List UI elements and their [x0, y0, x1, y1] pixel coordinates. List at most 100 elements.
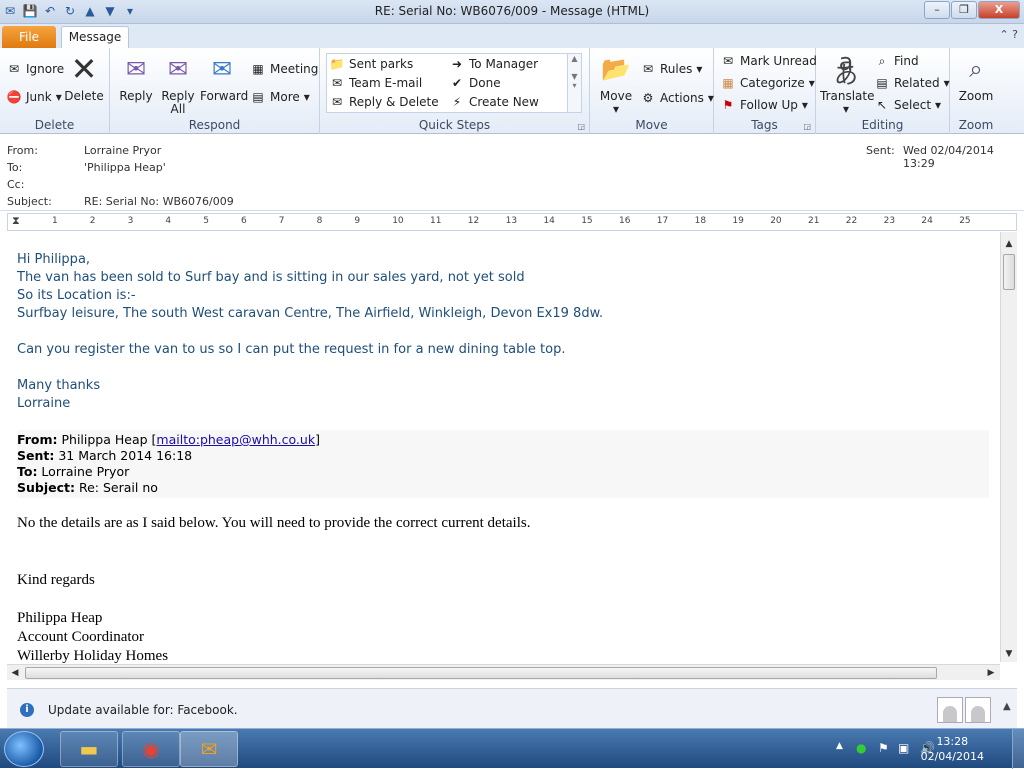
tags-group-label: Tags	[751, 118, 778, 132]
scroll-right-arrow-icon[interactable]: ▶	[983, 665, 999, 681]
quickstep-team-email[interactable]: ✉ Team E-mail	[329, 74, 422, 92]
taskbar: ▬ ◉ ✉ ▲ ● ⚑ ▣ 🔊 13:28 02/04/2014	[0, 728, 1024, 769]
ruler-tick-label: 15	[581, 216, 593, 226]
quoted-subject: Subject: Re: Serail no	[17, 480, 158, 495]
from-value[interactable]: Lorraine Pryor	[84, 144, 161, 157]
maximize-button[interactable]: ❐	[951, 1, 977, 19]
select-button[interactable]: ↖ Select ▾	[874, 96, 941, 114]
vertical-scroll-thumb[interactable]	[1003, 254, 1015, 290]
categorize-button[interactable]: ▦ Categorize ▾	[720, 74, 814, 92]
explorer-taskbar-button[interactable]: ▬	[60, 731, 118, 767]
body-line-1: The van has been sold to Surf bay and is…	[17, 270, 525, 285]
editing-group: aあ Translate ▾ ⌕ Find ▤ Related ▾ ↖ Select ▾ …	[816, 48, 950, 134]
ruler-tick-label: 14	[543, 216, 555, 226]
rules-icon: ✉	[642, 62, 654, 76]
horizontal-scroll-thumb[interactable]	[25, 667, 937, 679]
reply-all-icon: ✉	[167, 54, 189, 83]
quickstep-done[interactable]: ✔ Done	[449, 74, 501, 92]
delete-group: ✉ Ignore ⛔ Junk ▾ ✕ Delete Delete	[0, 48, 110, 134]
flag-icon: ⚑	[722, 98, 734, 112]
info-icon: i	[20, 703, 34, 717]
more-button[interactable]: ▤ More ▾	[250, 88, 309, 106]
ruler-tick-label: 18	[694, 216, 707, 226]
folder-move-icon: 📁	[329, 57, 345, 71]
translate-button[interactable]: aあ Translate ▾	[820, 50, 875, 116]
reply-icon: ✉	[125, 54, 147, 83]
start-button[interactable]	[4, 731, 44, 767]
vertical-scrollbar[interactable]: ▲ ▼	[1000, 232, 1017, 662]
scroll-up-arrow-icon[interactable]: ▲	[1001, 236, 1017, 252]
avatar[interactable]	[937, 697, 963, 723]
dialog-launcher-icon[interactable]: ◲	[577, 122, 585, 131]
forward-button[interactable]: ✉ Forward	[200, 52, 248, 103]
more-icon: ▤	[252, 90, 264, 104]
tab-file[interactable]: File	[2, 26, 56, 48]
actions-icon: ⚙	[642, 91, 654, 105]
ruler-tick-label: 21	[808, 216, 820, 226]
junk-icon: ⛔	[6, 90, 22, 104]
quickstep-to-manager[interactable]: ➜ To Manager	[449, 55, 538, 73]
minimize-button[interactable]: –	[924, 1, 950, 19]
quoted-sig-company: Willerby Holiday Homes	[17, 648, 169, 664]
dialog-launcher-icon[interactable]: ◲	[803, 122, 811, 131]
clock-date: 02/04/2014	[920, 750, 984, 763]
outlook-taskbar-button[interactable]: ✉	[180, 731, 238, 767]
horizontal-scrollbar[interactable]: ◀ ▶	[7, 664, 1000, 680]
quick-steps-scroll[interactable]: ▲ ▼ ▾	[567, 54, 581, 112]
show-desktop-button[interactable]	[1012, 729, 1024, 769]
follow-up-button[interactable]: ⚑ Follow Up ▾	[720, 96, 808, 114]
junk-button[interactable]: ⛔ Junk ▾	[6, 88, 62, 106]
related-button[interactable]: ▤ Related ▾	[874, 74, 949, 92]
mark-unread-button[interactable]: ✉ Mark Unread	[720, 52, 817, 70]
unread-icon: ✉	[722, 54, 734, 68]
actions-button[interactable]: ⚙ Actions ▾	[640, 89, 714, 107]
quickstep-reply-delete[interactable]: ✉ Reply & Delete	[329, 93, 439, 111]
team-mail-icon: ✉	[331, 76, 343, 90]
ignore-button[interactable]: ✉ Ignore	[6, 60, 64, 78]
to-value[interactable]: 'Philippa Heap'	[84, 161, 166, 174]
quickstep-create-new[interactable]: ⚡ Create New	[449, 93, 539, 111]
show-hidden-icons-icon[interactable]: ▲	[836, 741, 843, 751]
quoted-to: To: Lorraine Pryor	[17, 464, 130, 479]
quoted-from: From: Philippa Heap [mailto:pheap@whh.co…	[17, 432, 320, 447]
reply-button[interactable]: ✉ Reply	[116, 52, 156, 103]
reply-all-button[interactable]: ✉ Reply All	[158, 52, 198, 116]
quick-steps-gallery: 📁 Sent parks ➜ To Manager ✉ Team E-mail ✔ Do…	[326, 53, 582, 113]
status-icon[interactable]: ●	[856, 741, 866, 755]
editing-group-label: Editing	[861, 118, 904, 132]
zoom-group: ⌕ Zoom Zoom	[950, 48, 1002, 134]
tab-message[interactable]: Message	[61, 26, 129, 49]
update-notice[interactable]: Update available for: Facebook.	[48, 703, 238, 717]
delete-button[interactable]: ✕ Delete	[64, 52, 104, 103]
body-line-2: So its Location is:-	[17, 288, 136, 303]
rules-button[interactable]: ✉ Rules ▾	[640, 60, 702, 78]
quickstep-sent-parks[interactable]: 📁 Sent parks	[329, 55, 414, 73]
chrome-taskbar-button[interactable]: ◉	[122, 731, 180, 767]
ruler-tick-label: 10	[392, 216, 404, 226]
ribbon-tabs: File Message ⌃ ?	[0, 24, 1024, 49]
quoted-sent: Sent: 31 March 2014 16:18	[17, 448, 193, 463]
zoom-button[interactable]: ⌕ Zoom	[956, 52, 996, 103]
clock[interactable]: 13:28 02/04/2014	[921, 734, 984, 764]
expand-people-pane-icon[interactable]: ▲	[1003, 701, 1011, 712]
related-icon: ▤	[876, 76, 888, 90]
ruler-tick-label: 20	[770, 216, 782, 226]
help-icon[interactable]: ?	[1012, 28, 1018, 41]
action-center-flag-icon[interactable]: ⚑	[878, 741, 889, 755]
move-button[interactable]: 📂 Move ▾	[596, 52, 636, 116]
scroll-down-arrow-icon[interactable]: ▼	[1001, 646, 1017, 662]
scroll-left-arrow-icon[interactable]: ◀	[7, 665, 23, 681]
collapse-ribbon-icon[interactable]: ⌃	[999, 28, 1008, 41]
indent-marker-icon[interactable]: ⧗	[12, 214, 20, 228]
ruler-tick-label: 17	[656, 216, 669, 226]
avatar[interactable]	[965, 697, 991, 723]
network-icon[interactable]: ▣	[898, 741, 909, 755]
title-bar: ✉ 💾 ↶ ↻ ▲ ▼ ▾ RE: Serial No: WB6076/009 …	[0, 0, 1024, 24]
lightning-icon: ⚡	[452, 95, 462, 109]
email-link[interactable]: mailto:pheap@whh.co.uk	[156, 432, 315, 447]
ruler-tick-label: 25	[959, 216, 971, 226]
close-button[interactable]: X	[978, 1, 1020, 19]
meeting-button[interactable]: ▦ Meeting	[250, 60, 318, 78]
body-line-3: Surfbay leisure, The south West caravan …	[17, 306, 604, 321]
find-button[interactable]: ⌕ Find	[874, 52, 919, 70]
